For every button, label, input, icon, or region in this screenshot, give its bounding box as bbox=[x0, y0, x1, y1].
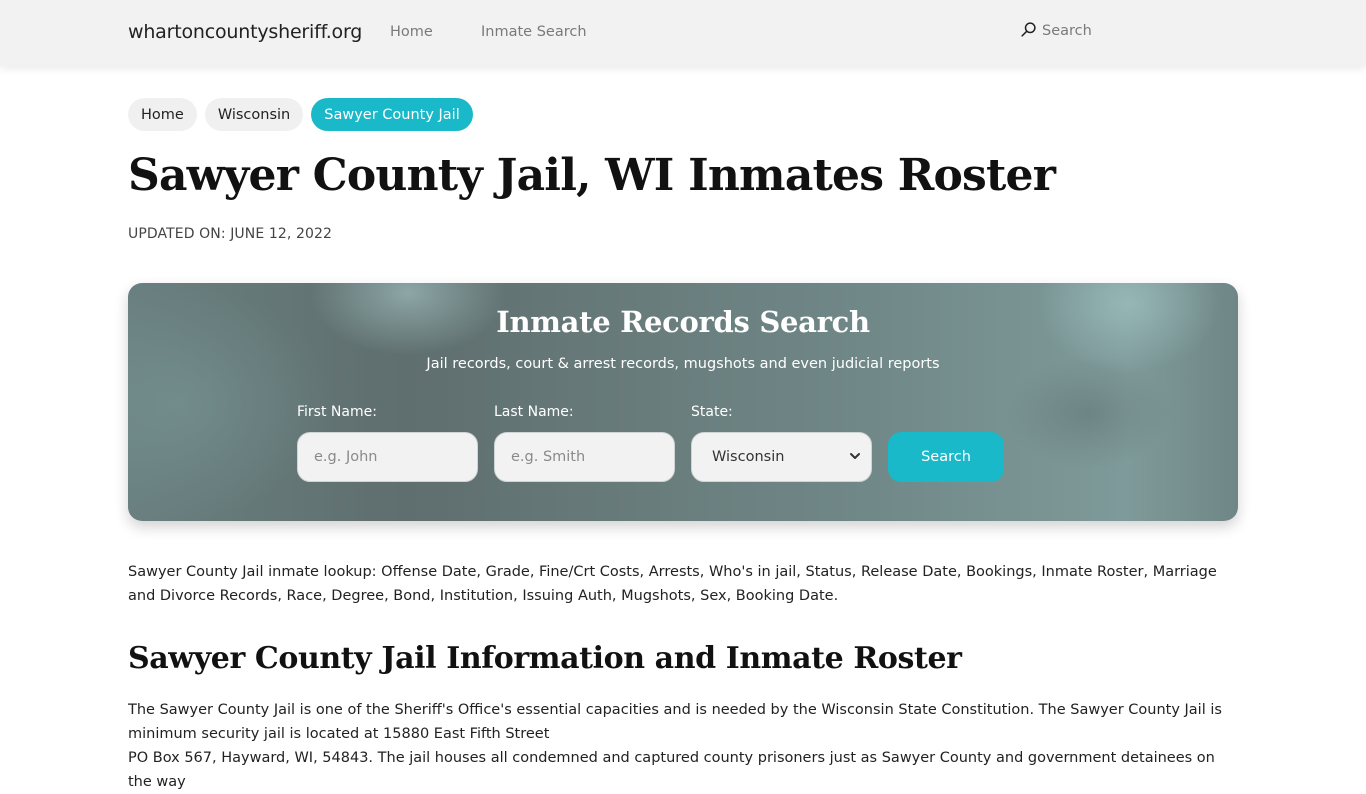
chevron-down-icon bbox=[850, 453, 860, 459]
nav-inmate-search-link[interactable]: Inmate Search bbox=[481, 24, 587, 40]
page-title: Sawyer County Jail, WI Inmates Roster bbox=[128, 150, 1056, 201]
search-icon bbox=[1021, 21, 1036, 37]
breadcrumb-home[interactable]: Home bbox=[128, 98, 197, 131]
paragraph-line: The Sawyer County Jail is one of the She… bbox=[128, 702, 1222, 742]
site-brand-link[interactable]: whartoncountysheriff.org bbox=[128, 21, 362, 43]
jail-info-paragraph: The Sawyer County Jail is one of the She… bbox=[128, 698, 1238, 794]
search-submit-button[interactable]: Search bbox=[888, 432, 1004, 482]
paragraph-line: PO Box 567, Hayward, WI, 54843. The jail… bbox=[128, 750, 1215, 790]
inmate-search-card: Inmate Records Search Jail records, cour… bbox=[128, 283, 1238, 521]
breadcrumb: Home Wisconsin Sawyer County Jail bbox=[128, 98, 473, 131]
first-name-label: First Name: bbox=[297, 404, 377, 420]
intro-paragraph: Sawyer County Jail inmate lookup: Offens… bbox=[128, 564, 1217, 604]
state-selected-value: Wisconsin bbox=[712, 449, 785, 465]
header-search-label: Search bbox=[1042, 23, 1092, 39]
nav-home-link[interactable]: Home bbox=[390, 24, 433, 40]
state-label: State: bbox=[691, 404, 733, 420]
header-search-button[interactable]: Search bbox=[1020, 21, 1092, 39]
updated-date: UPDATED ON: JUNE 12, 2022 bbox=[128, 226, 332, 242]
top-navbar: whartoncountysheriff.org Home Inmate Sea… bbox=[0, 0, 1366, 66]
first-name-input[interactable] bbox=[297, 432, 478, 482]
section-title: Sawyer County Jail Information and Inmat… bbox=[128, 641, 962, 676]
state-select[interactable]: Wisconsin bbox=[691, 432, 872, 482]
last-name-label: Last Name: bbox=[494, 404, 574, 420]
breadcrumb-wisconsin[interactable]: Wisconsin bbox=[204, 98, 304, 131]
search-card-title: Inmate Records Search bbox=[496, 305, 870, 339]
search-card-subtitle: Jail records, court & arrest records, mu… bbox=[426, 356, 940, 372]
breadcrumb-sawyer-county-jail[interactable]: Sawyer County Jail bbox=[311, 98, 473, 131]
last-name-input[interactable] bbox=[494, 432, 675, 482]
